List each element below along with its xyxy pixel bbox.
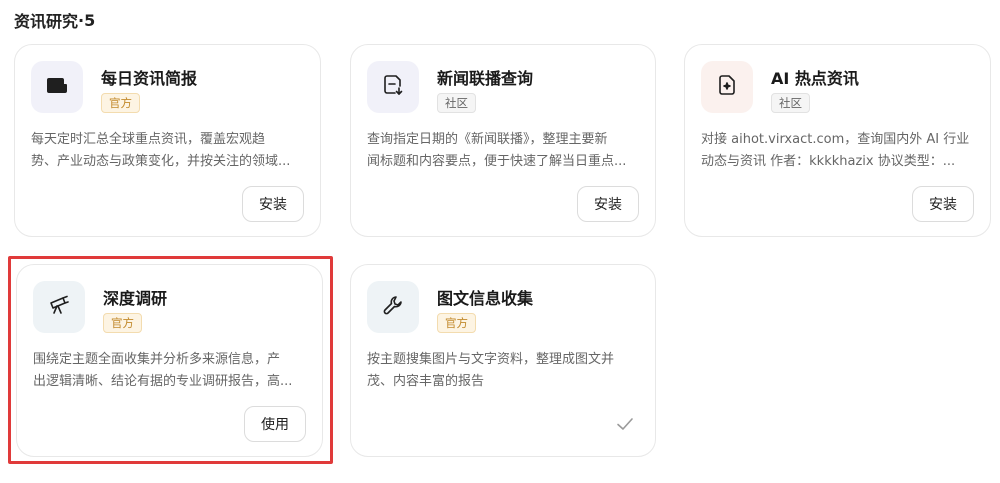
card-icon-box bbox=[367, 61, 419, 113]
card-description: 对接 aihot.virxact.com，查询国内外 AI 行业 动态与资讯 作… bbox=[701, 132, 970, 169]
selection-highlight bbox=[8, 256, 333, 464]
document-download-icon bbox=[380, 72, 406, 102]
document-sparkle-icon bbox=[714, 72, 740, 102]
card-description: 每天定时汇总全球重点资讯，覆盖宏观趋 势、产业动态与政策变化，并按关注的领域..… bbox=[31, 132, 291, 169]
section-title: 资讯研究 · 5 bbox=[14, 8, 95, 32]
community-badge: 社区 bbox=[771, 93, 810, 113]
community-badge: 社区 bbox=[437, 93, 476, 113]
newspaper-icon bbox=[44, 72, 70, 102]
card-title: AI 热点资讯 bbox=[771, 69, 859, 88]
section-count: 5 bbox=[84, 10, 96, 30]
install-button[interactable]: 安装 bbox=[912, 186, 974, 222]
skill-card-ai-hot-news[interactable]: AI 热点资讯 社区 对接 aihot.virxact.com，查询国内外 AI… bbox=[684, 44, 991, 237]
install-button[interactable]: 安装 bbox=[242, 186, 304, 222]
card-icon-box bbox=[31, 61, 83, 113]
card-title: 图文信息收集 bbox=[437, 289, 534, 308]
skill-card-image-text-collection[interactable]: 图文信息收集 官方 按主题搜集图片与文字资料，整理成图文并 茂、内容丰富的报告 bbox=[350, 264, 656, 457]
official-badge: 官方 bbox=[101, 93, 140, 113]
card-title: 新闻联播查询 bbox=[437, 69, 534, 88]
card-title: 每日资讯简报 bbox=[101, 69, 198, 88]
section-title-label: 资讯研究 bbox=[14, 12, 79, 31]
install-button[interactable]: 安装 bbox=[577, 186, 639, 222]
card-description: 查询指定日期的《新闻联播》，整理主要新 闻标题和内容要点，便于快速了解当日重点.… bbox=[367, 132, 627, 169]
installed-check-icon bbox=[615, 414, 635, 434]
card-icon-box bbox=[367, 281, 419, 333]
official-badge: 官方 bbox=[437, 313, 476, 333]
card-description: 按主题搜集图片与文字资料，整理成图文并 茂、内容丰富的报告 bbox=[367, 352, 615, 389]
card-icon-box bbox=[701, 61, 753, 113]
skill-card-daily-briefing[interactable]: 每日资讯简报 官方 每天定时汇总全球重点资讯，覆盖宏观趋 势、产业动态与政策变化… bbox=[14, 44, 321, 237]
skill-card-news-broadcast[interactable]: 新闻联播查询 社区 查询指定日期的《新闻联播》，整理主要新 闻标题和内容要点，便… bbox=[350, 44, 656, 237]
wrench-icon bbox=[380, 292, 406, 322]
